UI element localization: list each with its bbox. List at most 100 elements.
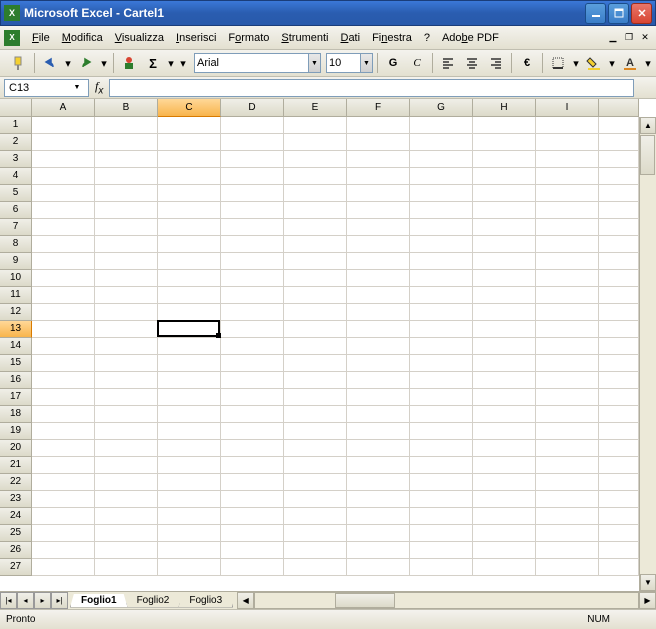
cell[interactable] [95, 219, 158, 236]
cell[interactable] [284, 423, 347, 440]
undo-dropdown[interactable]: ▾ [63, 52, 73, 74]
cell[interactable] [32, 423, 95, 440]
column-header-partial[interactable] [599, 99, 639, 117]
cell[interactable] [221, 321, 284, 338]
borders-dropdown[interactable]: ▾ [571, 52, 581, 74]
tab-nav-first[interactable]: |◂ [0, 592, 17, 609]
cell[interactable] [221, 355, 284, 372]
cell[interactable] [473, 355, 536, 372]
align-left-button[interactable] [437, 52, 459, 74]
doc-close-button[interactable]: ✕ [638, 31, 652, 45]
cell[interactable] [599, 440, 639, 457]
cell[interactable] [32, 372, 95, 389]
cell[interactable] [32, 185, 95, 202]
cell[interactable] [347, 287, 410, 304]
column-header-H[interactable]: H [473, 99, 536, 117]
cell[interactable] [95, 389, 158, 406]
cell[interactable] [284, 253, 347, 270]
cell[interactable] [536, 542, 599, 559]
cell[interactable] [536, 253, 599, 270]
cell[interactable] [347, 270, 410, 287]
cell[interactable] [347, 406, 410, 423]
column-header-A[interactable]: A [32, 99, 95, 117]
cell[interactable] [158, 236, 221, 253]
cell[interactable] [473, 117, 536, 134]
cell[interactable] [347, 185, 410, 202]
cell[interactable] [158, 168, 221, 185]
cell[interactable] [410, 304, 473, 321]
cell[interactable] [599, 117, 639, 134]
cell[interactable] [347, 117, 410, 134]
menu-formato[interactable]: Formato [222, 30, 275, 46]
cell[interactable] [410, 508, 473, 525]
cell[interactable] [32, 355, 95, 372]
cell[interactable] [284, 559, 347, 576]
horizontal-scrollbar[interactable]: ◀ ▶ [237, 592, 656, 609]
cell[interactable] [410, 134, 473, 151]
cell[interactable] [410, 491, 473, 508]
cell[interactable] [32, 304, 95, 321]
name-box-dropdown[interactable]: ▼ [70, 84, 84, 91]
maximize-button[interactable] [608, 3, 629, 24]
menu-strumenti[interactable]: Strumenti [275, 30, 334, 46]
cell[interactable] [284, 117, 347, 134]
cell[interactable] [347, 542, 410, 559]
cell[interactable] [95, 508, 158, 525]
row-header-16[interactable]: 16 [0, 372, 32, 389]
cell[interactable] [284, 236, 347, 253]
cell[interactable] [284, 202, 347, 219]
cell[interactable] [599, 525, 639, 542]
menu-help[interactable]: ? [418, 30, 436, 46]
cell[interactable] [32, 508, 95, 525]
cell[interactable] [473, 474, 536, 491]
row-header-1[interactable]: 1 [0, 117, 32, 134]
cell[interactable] [536, 372, 599, 389]
row-header-25[interactable]: 25 [0, 525, 32, 542]
cell[interactable] [221, 423, 284, 440]
cell[interactable] [32, 474, 95, 491]
cell[interactable] [158, 134, 221, 151]
select-all-corner[interactable] [0, 99, 32, 117]
cell[interactable] [284, 440, 347, 457]
cell[interactable] [347, 355, 410, 372]
cell[interactable] [95, 321, 158, 338]
row-header-11[interactable]: 11 [0, 287, 32, 304]
cell[interactable] [599, 134, 639, 151]
cell[interactable] [473, 270, 536, 287]
column-header-C[interactable]: C [158, 99, 221, 117]
cell[interactable] [32, 406, 95, 423]
cell[interactable] [221, 202, 284, 219]
cell[interactable] [284, 287, 347, 304]
cell[interactable] [410, 338, 473, 355]
cell[interactable] [158, 474, 221, 491]
cell[interactable] [599, 168, 639, 185]
cell[interactable] [410, 253, 473, 270]
cell[interactable] [536, 474, 599, 491]
cell[interactable] [158, 406, 221, 423]
cell[interactable] [347, 389, 410, 406]
minimize-button[interactable] [585, 3, 606, 24]
sheet-tab-Foglio3[interactable]: Foglio3 [178, 594, 233, 608]
cell[interactable] [347, 236, 410, 253]
cell[interactable] [95, 474, 158, 491]
cell[interactable] [221, 236, 284, 253]
cell[interactable] [32, 202, 95, 219]
scroll-down-button[interactable]: ▼ [640, 574, 656, 591]
cell[interactable] [536, 168, 599, 185]
cell[interactable] [95, 253, 158, 270]
cell[interactable] [95, 202, 158, 219]
cell[interactable] [599, 185, 639, 202]
cell[interactable] [158, 542, 221, 559]
cell[interactable] [536, 491, 599, 508]
cell[interactable] [158, 491, 221, 508]
cell[interactable] [599, 542, 639, 559]
cell[interactable] [536, 321, 599, 338]
bold-button[interactable]: G [382, 52, 404, 74]
cell[interactable] [221, 542, 284, 559]
menu-file[interactable]: File [26, 30, 56, 46]
menu-finestra[interactable]: Finestra [366, 30, 418, 46]
permissions-button[interactable] [118, 52, 140, 74]
cell[interactable] [221, 372, 284, 389]
cell[interactable] [536, 236, 599, 253]
cell[interactable] [95, 168, 158, 185]
